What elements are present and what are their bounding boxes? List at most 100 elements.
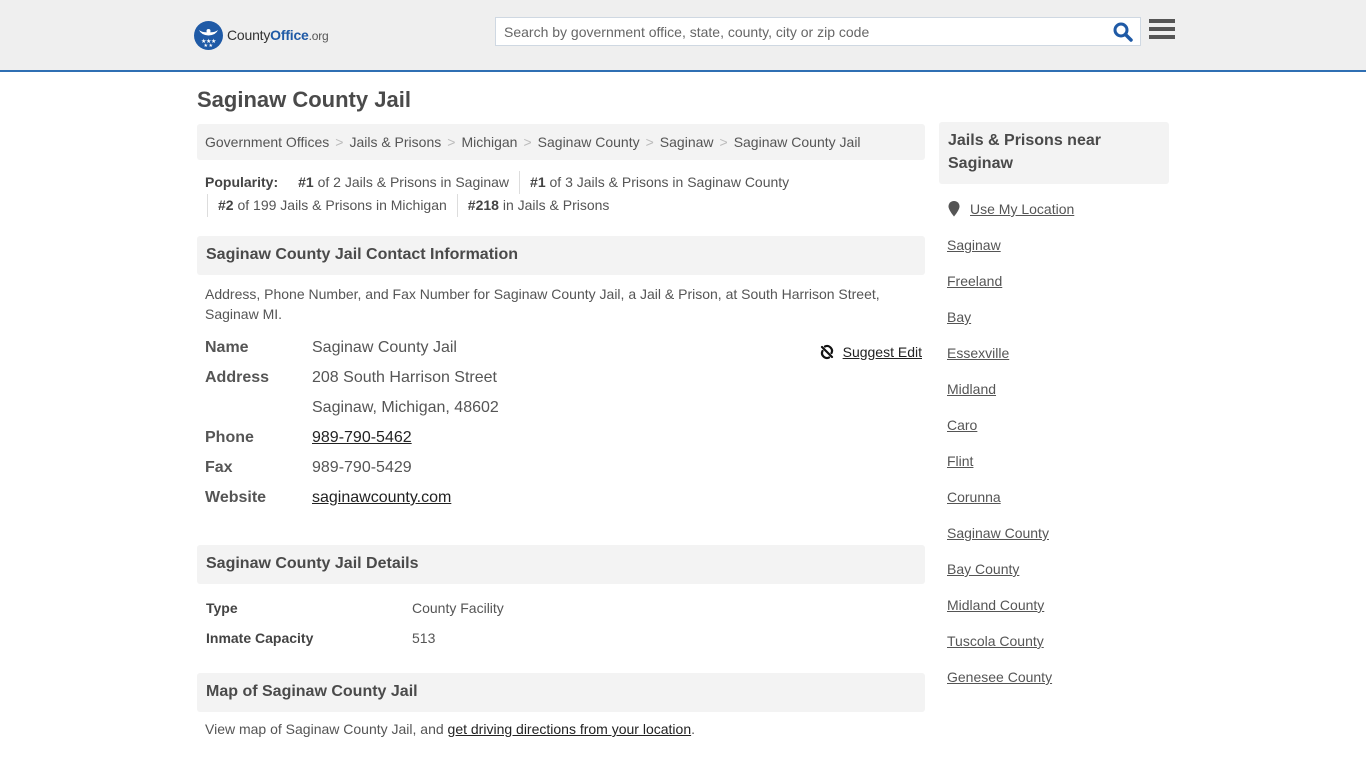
name-label: Name (205, 339, 249, 356)
unlink-icon (820, 344, 833, 360)
nearby-link[interactable]: Freeland (947, 273, 1002, 289)
nearby-link[interactable]: Midland (947, 381, 996, 397)
breadcrumb-separator: > (645, 134, 654, 150)
contact-row-address-2: Saginaw, Michigan, 48602 (205, 396, 925, 426)
breadcrumb-michigan[interactable]: Michigan (461, 134, 517, 150)
website-link[interactable]: saginawcounty.com (312, 489, 451, 506)
details-row: Inmate Capacity 513 (206, 628, 926, 658)
breadcrumb-separator: > (335, 134, 344, 150)
popularity-rank: #1 (298, 174, 314, 190)
map-text: View map of Saginaw County Jail, and (205, 721, 448, 737)
popularity-item: #1 of 3 Jails & Prisons in Saginaw Count… (519, 171, 799, 194)
details-label: Inmate Capacity (206, 630, 314, 646)
details-table: Type County Facility Inmate Capacity 513 (206, 598, 926, 658)
details-section-heading: Saginaw County Jail Details (197, 545, 925, 584)
breadcrumb-saginaw[interactable]: Saginaw (660, 134, 714, 150)
nearby-link[interactable]: Tuscola County (947, 633, 1044, 649)
contact-section-heading: Saginaw County Jail Contact Information (197, 236, 925, 275)
breadcrumb-jails-prisons[interactable]: Jails & Prisons (349, 134, 441, 150)
name-value: Saginaw County Jail (312, 339, 457, 356)
nearby-item: Midland (947, 381, 1052, 417)
contact-row-phone: Phone 989-790-5462 (205, 426, 925, 456)
logo-text-main: County (227, 27, 271, 43)
nearby-link[interactable]: Saginaw (947, 237, 1001, 253)
hamburger-menu-icon[interactable] (1149, 19, 1175, 43)
popularity-rank: #1 (530, 174, 546, 190)
search-input[interactable] (496, 18, 1106, 45)
breadcrumb-separator: > (447, 134, 456, 150)
nearby-link[interactable]: Flint (947, 453, 973, 469)
breadcrumb-separator: > (719, 134, 728, 150)
breadcrumb: Government Offices > Jails & Prisons > Michi… (197, 124, 925, 160)
breadcrumb-government-offices[interactable]: Government Offices (205, 134, 329, 150)
website-label: Website (205, 489, 267, 506)
popularity-text: of 199 Jails & Prisons in Michigan (233, 197, 447, 213)
map-description: View map of Saginaw County Jail, and get… (205, 721, 695, 737)
nearby-link[interactable]: Genesee County (947, 669, 1052, 685)
breadcrumb-saginaw-county[interactable]: Saginaw County (538, 134, 640, 150)
nearby-item: Freeland (947, 273, 1052, 309)
nearby-link[interactable]: Saginaw County (947, 525, 1049, 541)
popularity-row-1: Popularity: #1 of 2 Jails & Prisons in Sa… (205, 171, 925, 194)
page-title: Saginaw County Jail (197, 87, 411, 112)
svg-text:★: ★ (209, 43, 214, 49)
popularity-rank: #218 (467, 197, 499, 213)
address-line-2: Saginaw, Michigan, 48602 (312, 399, 499, 416)
contact-info: Name Saginaw County Jail Suggest Edit Ad… (205, 336, 925, 516)
map-section-heading: Map of Saginaw County Jail (197, 673, 925, 712)
nearby-item: Midland County (947, 597, 1052, 633)
popularity-label: Popularity: (205, 174, 279, 190)
contact-row-fax: Fax 989-790-5429 (205, 456, 925, 486)
contact-row-address: Address 208 South Harrison Street (205, 366, 925, 396)
nearby-link[interactable]: Essexville (947, 345, 1009, 361)
search-button[interactable] (1112, 21, 1136, 43)
logo-text-suffix: .org (308, 29, 329, 43)
nearby-item: Caro (947, 417, 1052, 453)
popularity-text: of 2 Jails & Prisons in Saginaw (313, 174, 510, 190)
site-header: ★ ★ ★ ★ ★ CountyOffice.org (0, 0, 1366, 72)
fax-value: 989-790-5429 (312, 459, 412, 476)
map-text-end: . (691, 721, 695, 737)
contact-row-name: Name Saginaw County Jail Suggest Edit (205, 336, 925, 366)
details-value: 513 (412, 630, 436, 646)
popularity-text: in Jails & Prisons (498, 197, 610, 213)
popularity-rank: #2 (218, 197, 234, 213)
logo-text: CountyOffice.org (227, 27, 329, 43)
suggest-edit-label: Suggest Edit (842, 344, 922, 360)
fax-label: Fax (205, 459, 233, 476)
use-my-location-link[interactable]: Use My Location (970, 201, 1074, 217)
nearby-link[interactable]: Bay (947, 309, 971, 325)
logo-text-accent: Office (270, 27, 309, 43)
nearby-item: Saginaw (947, 237, 1052, 273)
details-value: County Facility (412, 600, 504, 616)
search-icon (1113, 22, 1133, 42)
nearby-link[interactable]: Caro (947, 417, 977, 433)
contact-row-website: Website saginawcounty.com (205, 486, 925, 516)
sidebar-heading: Jails & Prisons near Saginaw (939, 122, 1169, 184)
nearby-item: Genesee County (947, 669, 1052, 705)
driving-directions-link[interactable]: get driving directions from your locatio… (448, 721, 692, 737)
nearby-item: Flint (947, 453, 1052, 489)
nearby-link[interactable]: Midland County (947, 597, 1044, 613)
nearby-item: Corunna (947, 489, 1052, 525)
site-logo[interactable]: ★ ★ ★ ★ ★ CountyOffice.org (194, 20, 329, 50)
nearby-item: Bay County (947, 561, 1052, 597)
phone-link[interactable]: 989-790-5462 (312, 429, 412, 446)
nearby-link[interactable]: Bay County (947, 561, 1019, 577)
details-row: Type County Facility (206, 598, 926, 628)
nearby-item: Saginaw County (947, 525, 1052, 561)
popularity-row-2: #2 of 199 Jails & Prisons in Michigan #21… (205, 194, 925, 217)
nearby-list: Saginaw Freeland Bay Essexville Midland … (947, 237, 1052, 705)
suggest-edit-link[interactable]: Suggest Edit (819, 340, 922, 364)
nearby-link[interactable]: Corunna (947, 489, 1001, 505)
address-line-1: 208 South Harrison Street (312, 369, 497, 386)
popularity-item: #1 of 2 Jails & Prisons in Saginaw (288, 171, 519, 194)
breadcrumb-current: Saginaw County Jail (733, 134, 861, 150)
popularity: Popularity: #1 of 2 Jails & Prisons in Sa… (205, 171, 925, 217)
details-label: Type (206, 600, 238, 616)
use-my-location: Use My Location (948, 201, 1074, 217)
popularity-item: #218 in Jails & Prisons (456, 194, 620, 217)
map-pin-icon (948, 201, 960, 217)
nearby-item: Tuscola County (947, 633, 1052, 669)
nearby-item: Essexville (947, 345, 1052, 381)
